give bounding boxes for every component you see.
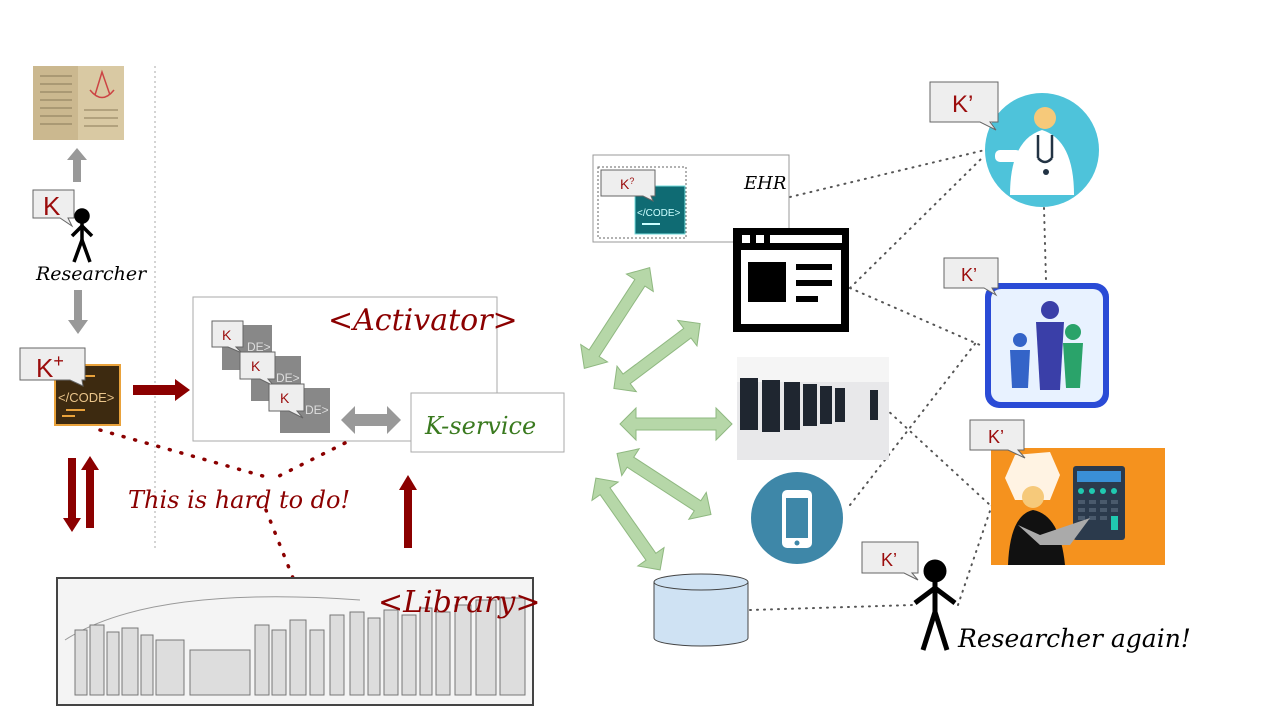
diagram: K Researcher </CODE> K+ <Activator> DE> …: [0, 0, 1280, 720]
k-service-box[interactable]: K-service: [410, 392, 565, 453]
svg-text:K’: K’: [961, 265, 977, 285]
svg-text:</CODE>: </CODE>: [58, 390, 114, 405]
svg-text:</CODE>: </CODE>: [637, 208, 681, 219]
svg-text:K’: K’: [952, 91, 973, 118]
activator-title: <Activator>: [328, 303, 518, 338]
k-question-bubble: K?: [600, 169, 656, 203]
svg-text:DE>: DE>: [276, 371, 300, 385]
researcher-again-label: Researcher again!: [957, 624, 1191, 653]
k-service-label: K-service: [424, 412, 536, 440]
svg-text:K: K: [251, 358, 261, 374]
k-prime-bubble: K’: [943, 257, 999, 297]
double-arrow-icon: [619, 406, 733, 442]
green-double-arrows: [580, 267, 733, 571]
k-prime-bubble: K’: [929, 81, 999, 131]
svg-text:K’: K’: [881, 550, 897, 570]
browser-window-icon[interactable]: [733, 228, 849, 332]
svg-text:K: K: [280, 390, 290, 406]
up-arrow-icon: [81, 456, 99, 528]
library-bookshelf-image[interactable]: <Library>: [56, 577, 541, 706]
stick-figure-icon: [913, 559, 957, 651]
diagram-canvas: K Researcher </CODE> K+ <Activator> DE> …: [19, 66, 1191, 706]
supercomputer-image[interactable]: [737, 357, 889, 460]
smartphone-icon[interactable]: [751, 472, 843, 564]
hard-to-do-label: This is hard to do!: [128, 486, 350, 514]
up-arrow-icon: [67, 148, 87, 182]
down-arrow-icon: [68, 290, 88, 334]
up-arrow-icon: [399, 475, 417, 548]
k-prime-bubble: K’: [861, 541, 919, 581]
svg-text:K: K: [222, 327, 232, 343]
k-bubble: K: [32, 189, 75, 228]
stick-figure-icon: [70, 208, 94, 263]
family-icon[interactable]: [985, 283, 1109, 408]
researcher-label: Researcher: [35, 263, 148, 285]
library-title: <Library>: [378, 585, 541, 620]
down-arrow-icon: [63, 458, 81, 532]
right-arrow-icon: [133, 379, 190, 401]
svg-text:K: K: [43, 191, 61, 221]
k-plus-bubble: K+: [19, 347, 86, 387]
svg-text:K’: K’: [988, 427, 1004, 447]
manuscript-image: [33, 66, 124, 140]
doctor-icon[interactable]: [985, 93, 1099, 207]
database-icon[interactable]: [653, 573, 749, 647]
ehr-label: EHR: [743, 173, 786, 194]
accountant-calculator-icon[interactable]: [991, 448, 1165, 565]
svg-text:DE>: DE>: [305, 403, 329, 417]
